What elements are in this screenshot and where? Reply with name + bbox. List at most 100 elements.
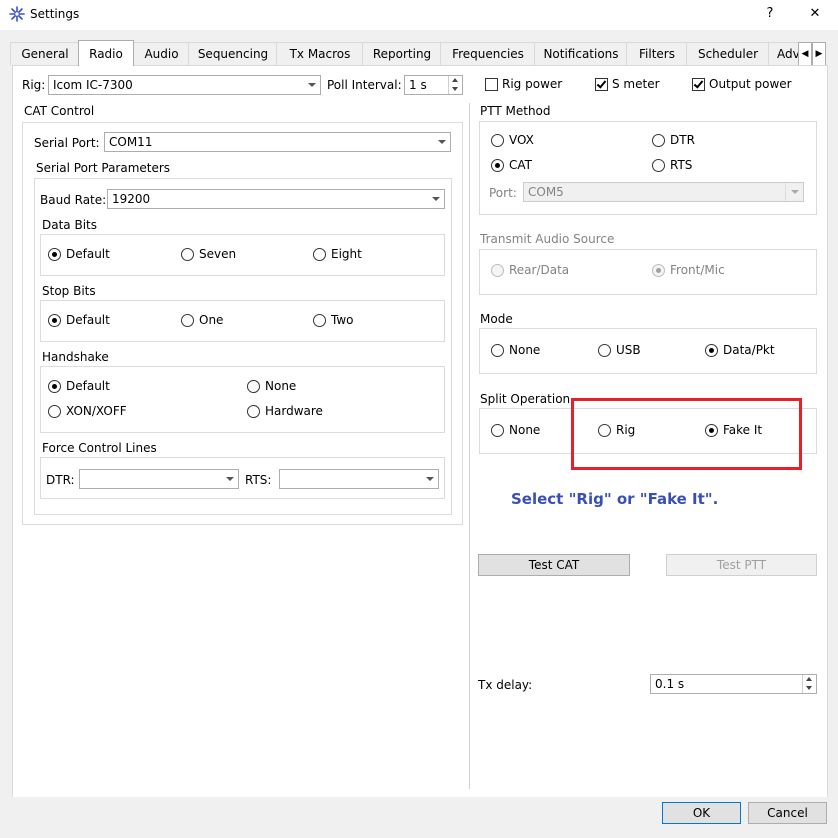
chevron-down-icon [785,183,803,201]
ok-button[interactable]: OK [662,802,741,824]
radio-label: One [199,313,224,327]
cat-control-title: CAT Control [24,104,95,118]
chevron-down-icon [433,133,450,151]
starburst-app-icon [9,6,25,22]
tab-scroll-right-icon[interactable]: ▶ [812,42,826,66]
rig-label: Rig: [22,78,46,92]
radio-icon [491,134,504,147]
tab-scroll-left-icon[interactable]: ◀ [798,42,812,66]
column-separator [469,103,470,789]
radio-label: None [509,343,541,357]
serial-port-value: COM11 [109,135,153,149]
tab-reporting[interactable]: Reporting [362,42,442,65]
title-bar: Settings ? ✕ [0,0,838,30]
radio-icon [491,424,504,437]
radio-icon [313,248,326,261]
radio-icon [247,380,260,393]
radio-icon [652,159,665,172]
tab-tx-macros[interactable]: Tx Macros [276,42,364,65]
radio-icon [247,405,260,418]
window-title: Settings [30,7,80,21]
radio-label: Seven [199,247,237,261]
rts-select[interactable] [279,469,439,489]
radio-selected-icon [48,314,61,327]
chevron-down-icon [421,470,438,488]
close-button[interactable]: ✕ [795,0,835,28]
handshake-title: Handshake [42,350,109,364]
radio-icon [48,405,61,418]
radio-selected-icon [652,264,665,277]
stop-bits-title: Stop Bits [42,284,96,298]
serial-port-label: Serial Port: [34,136,100,150]
rig-select[interactable]: Icom IC-7300 [48,75,321,95]
s-meter-label: S meter [612,77,660,91]
radio-icon [598,344,611,357]
test-cat-button[interactable]: Test CAT [478,554,630,576]
radio-icon [313,314,326,327]
tx-delay-spinbox[interactable]: 0.1 s [650,674,817,694]
radio-icon [491,344,504,357]
radio-label: Default [66,247,110,261]
baud-rate-label: Baud Rate: [40,193,107,207]
radio-label: None [265,379,297,393]
tx-delay-label: Tx delay: [478,678,533,692]
radio-label: XON/XOFF [66,404,127,418]
radio-selected-icon [705,344,718,357]
chevron-down-icon [303,76,320,94]
radio-label: Default [66,379,110,393]
tab-bar: General Radio Audio Sequencing Tx Macros… [10,40,826,66]
poll-interval-spinbox[interactable]: 1 s [404,75,463,95]
help-button[interactable]: ? [750,0,790,28]
ptt-port-label: Port: [489,186,517,200]
chevron-down-icon [427,190,444,208]
radio-icon [652,134,665,147]
radio-label: RTS [670,158,693,172]
radio-label: Default [66,313,110,327]
radio-selected-icon [491,159,504,172]
radio-label: Hardware [265,404,323,418]
cancel-button[interactable]: Cancel [748,802,827,824]
test-ptt-button[interactable]: Test PTT [666,554,817,576]
rig-select-value: Icom IC-7300 [53,78,133,92]
spin-down-icon[interactable] [802,684,816,693]
ptt-port-value: COM5 [528,185,564,199]
tab-frequencies[interactable]: Frequencies [440,42,536,65]
radio-label: CAT [509,158,532,172]
dtr-select[interactable] [79,469,239,489]
tab-notifications[interactable]: Notifications [534,42,628,65]
serial-params-title: Serial Port Parameters [36,161,171,175]
tab-general[interactable]: General [10,42,80,65]
radio-label: Eight [331,247,362,261]
data-bits-title: Data Bits [42,218,97,232]
radio-label: Rear/Data [509,263,570,277]
dtr-label: DTR: [46,473,75,487]
baud-rate-value: 19200 [112,192,151,206]
spin-down-icon[interactable] [448,85,462,94]
checkbox-checked-icon [692,78,705,91]
output-power-label: Output power [709,77,792,91]
baud-rate-select[interactable]: 19200 [107,189,445,209]
tab-radio[interactable]: Radio [78,40,134,66]
radio-label: None [509,423,541,437]
annotation-text: Select "Rig" or "Fake It". [511,490,719,508]
audio-source-title: Transmit Audio Source [480,232,615,246]
tab-audio[interactable]: Audio [133,42,190,65]
tx-delay-value: 0.1 s [655,677,685,691]
poll-interval-value: 1 s [409,78,427,92]
tab-scheduler[interactable]: Scheduler [686,42,770,65]
checkbox-icon [485,78,498,91]
radio-label: Two [331,313,354,327]
chevron-down-icon [221,470,238,488]
radio-icon [491,264,504,277]
ptt-port-select[interactable]: COM5 [523,182,804,202]
rts-label: RTS: [245,473,272,487]
radio-selected-icon [48,380,61,393]
serial-port-select[interactable]: COM11 [104,132,451,152]
radio-label: Data/Pkt [723,343,775,357]
mode-title: Mode [480,312,513,326]
tab-filters[interactable]: Filters [626,42,688,65]
tab-sequencing[interactable]: Sequencing [188,42,278,65]
split-operation-title: Split Operation [480,392,571,406]
force-lines-title: Force Control Lines [42,441,157,455]
radio-selected-icon [48,248,61,261]
